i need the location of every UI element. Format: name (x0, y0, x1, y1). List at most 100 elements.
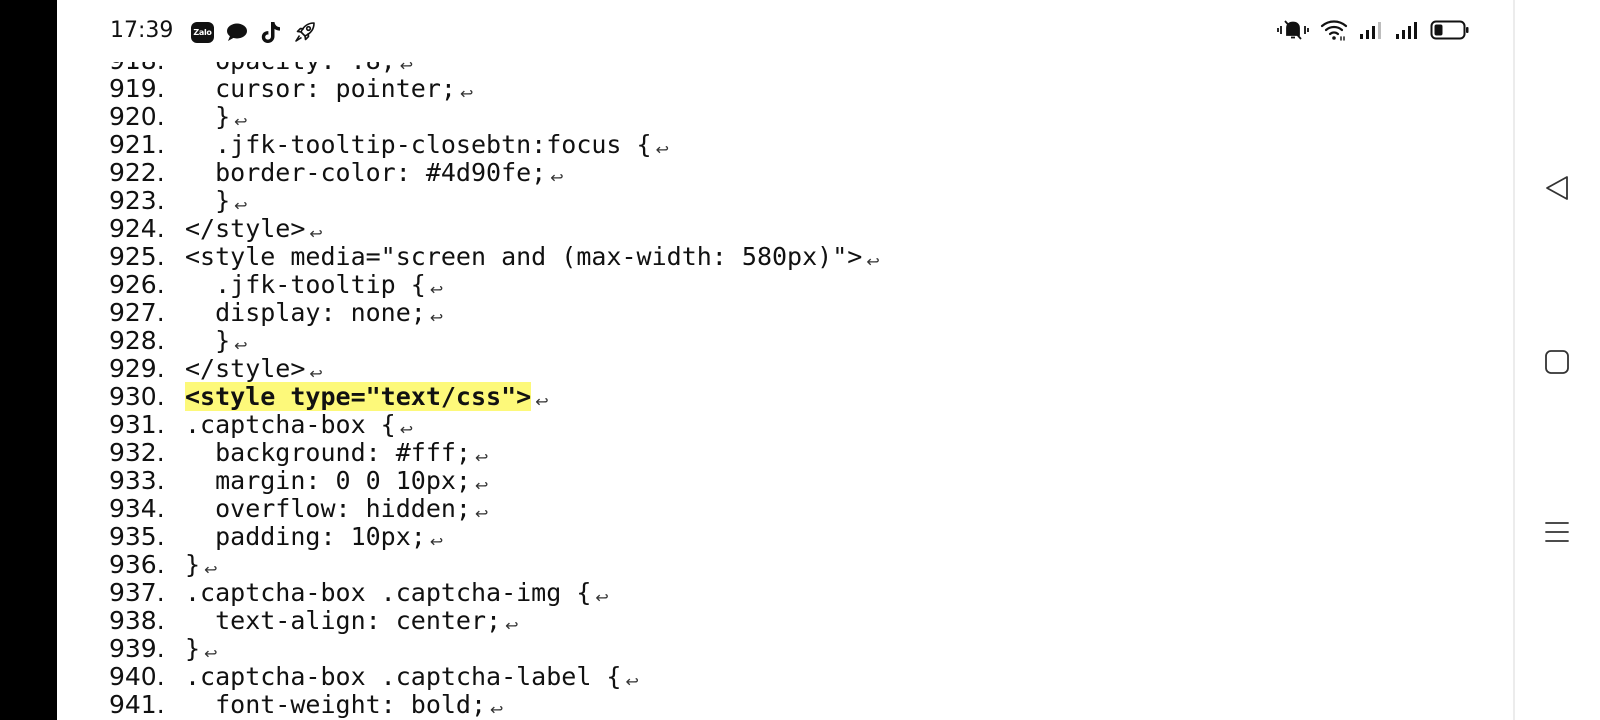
line-break-icon: ↩ (429, 532, 444, 551)
code-line: 931. .captcha-box {↩ (57, 410, 1513, 440)
signal-sim2-icon (1394, 20, 1420, 44)
chat-bubble-icon (224, 20, 249, 45)
line-break-icon: ↩ (474, 476, 489, 495)
line-number: 923. (109, 186, 165, 215)
line-number: 920. (109, 102, 165, 131)
code-text: .captcha-box .captcha-label { (185, 662, 622, 691)
code-line: 927. display: none; ↩ (57, 298, 1513, 328)
line-break-icon: ↩ (535, 392, 549, 411)
line-break-icon: ↩ (204, 560, 218, 579)
line-number: 938. (109, 606, 165, 635)
line-break-icon: ↩ (309, 364, 323, 383)
line-break-icon: ↩ (550, 168, 564, 187)
code-listing[interactable]: 918. opacity: .8;↩919. cursor: pointer;↩… (57, 47, 1513, 720)
code-text: </style> (185, 214, 306, 243)
line-number: 927. (109, 298, 165, 327)
code-text: </style> (185, 354, 306, 383)
code-text: font-weight: bold; (185, 690, 487, 719)
code-line: 941. font-weight: bold; ↩ (57, 690, 1513, 720)
line-content: font-weight: bold; ↩ (185, 691, 503, 720)
mute-vibrate-icon (1276, 19, 1310, 45)
line-break-icon: ↩ (234, 336, 248, 355)
code-text: margin: 0 0 10px; (185, 466, 471, 495)
code-line: 929. </style> ↩ (57, 354, 1513, 384)
code-text: .captcha-box .captcha-img { (185, 578, 592, 607)
code-line: 923. } ↩ (57, 186, 1513, 216)
code-line: 935. padding: 10px; ↩ (57, 522, 1513, 552)
line-number: 930. (109, 382, 165, 411)
line-number: 924. (109, 214, 165, 243)
line-number: 932. (109, 438, 165, 467)
code-line: 932. background: #fff; ↩ (57, 438, 1513, 468)
code-text: overflow: hidden; (185, 494, 471, 523)
navigation-bar (1515, 0, 1600, 720)
code-line: 936.} ↩ (57, 550, 1513, 580)
line-break-icon: ↩ (655, 140, 669, 159)
code-line: 937. .captcha-box .captcha-img {↩ (57, 578, 1513, 608)
line-break-icon: ↩ (234, 196, 248, 215)
code-text: display: none; (185, 298, 426, 327)
left-bezel (0, 0, 57, 720)
battery-icon (1430, 19, 1470, 45)
line-number: 936. (109, 550, 165, 579)
code-line: 920. } ↩ (57, 102, 1513, 132)
code-line: 938. text-align: center; ↩ (57, 606, 1513, 636)
line-number: 941. (109, 690, 165, 719)
code-text: cursor: pointer; (185, 74, 456, 103)
line-number: 929. (109, 354, 165, 383)
code-line: 924. </style> ↩ (57, 214, 1513, 244)
rocket-icon (292, 20, 317, 45)
code-text: } (185, 186, 231, 215)
line-number: 940. (109, 662, 165, 691)
highlighted-code-text: <style type="text/css"> (185, 382, 532, 411)
code-text: } (185, 102, 231, 131)
code-text: background: #fff; (185, 438, 471, 467)
code-text: .jfk-tooltip { (185, 270, 426, 299)
phone-screen: 918. opacity: .8;↩919. cursor: pointer;↩… (0, 0, 1600, 720)
code-line: 922. border-color: #4d90fe; ↩ (57, 158, 1513, 188)
line-break-icon: ↩ (505, 616, 519, 635)
line-number: 925. (109, 242, 165, 271)
line-break-icon: ↩ (490, 700, 504, 719)
code-text: <style media="screen and (max-width: 580… (185, 242, 863, 271)
tiktok-icon (258, 20, 283, 45)
code-line: 919. cursor: pointer; ↩ (57, 74, 1513, 104)
line-number: 926. (109, 270, 165, 299)
line-break-icon: ↩ (866, 252, 880, 271)
code-line: 930. <style type="text/css"> ↩ (57, 382, 1513, 411)
line-break-icon: ↩ (309, 224, 323, 243)
code-text: padding: 10px; (185, 522, 426, 551)
line-break-icon: ↩ (429, 280, 444, 299)
code-viewer[interactable]: 918. opacity: .8;↩919. cursor: pointer;↩… (57, 0, 1513, 720)
line-number: 928. (109, 326, 165, 355)
line-break-icon: ↩ (474, 504, 489, 523)
status-bar: 17:39 Zalo (57, 0, 1513, 62)
line-break-icon: ↩ (204, 644, 218, 663)
line-number: 931. (109, 410, 165, 439)
code-line: 933. margin: 0 0 10px; ↩ (57, 466, 1513, 496)
code-text: } (185, 634, 201, 663)
line-break-icon: ↩ (429, 308, 444, 327)
wifi-icon (1320, 19, 1348, 45)
code-line: 928. } ↩ (57, 326, 1513, 356)
line-number: 921. (109, 130, 165, 159)
signal-sim1-icon (1358, 20, 1384, 44)
system-icons (1276, 20, 1470, 44)
zalo-icon: Zalo (190, 20, 215, 45)
line-number: 937. (109, 578, 165, 607)
code-line: 926. .jfk-tooltip {↩ (57, 270, 1513, 300)
code-line: 925. <style media="screen and (max-width:… (57, 242, 1513, 272)
code-text: } (185, 326, 231, 355)
back-icon[interactable] (1537, 168, 1577, 208)
line-break-icon: ↩ (234, 112, 248, 131)
menu-icon[interactable] (1537, 512, 1577, 552)
home-icon[interactable] (1537, 342, 1577, 382)
code-text: } (185, 550, 201, 579)
line-number: 934. (109, 494, 165, 523)
code-line: 934. overflow: hidden; ↩ (57, 494, 1513, 524)
code-line: 940. .captcha-box .captcha-label {↩ (57, 662, 1513, 692)
code-text: border-color: #4d90fe; (185, 158, 547, 187)
line-break-icon: ↩ (625, 672, 639, 691)
line-break-icon: ↩ (595, 588, 609, 607)
line-number: 922. (109, 158, 165, 187)
